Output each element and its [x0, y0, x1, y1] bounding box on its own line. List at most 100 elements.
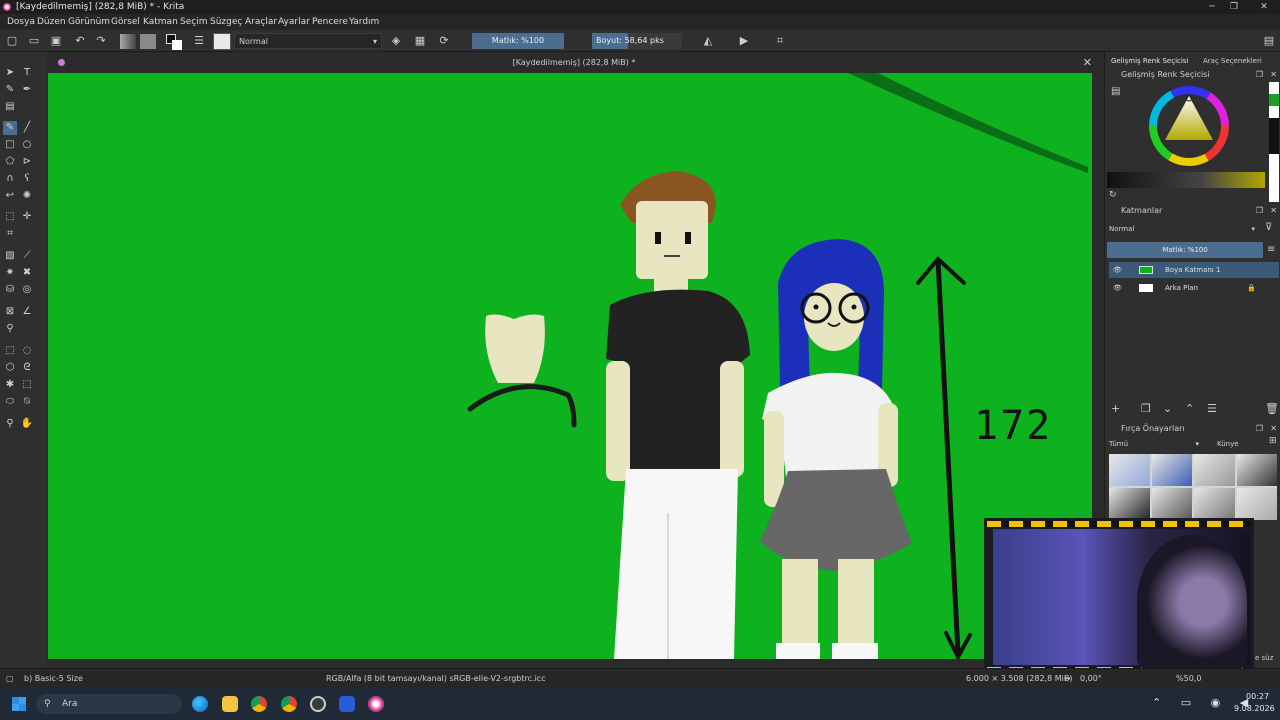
tab-color-selector[interactable]: Gelişmiş Renk Seçicisi: [1111, 54, 1188, 68]
brush-preset-icon[interactable]: [213, 33, 231, 50]
reload-preset-icon[interactable]: ⟳: [437, 34, 451, 48]
measure-tool-icon[interactable]: ∠: [20, 305, 34, 319]
taskbar-search[interactable]: ⚲ Ara: [36, 694, 182, 714]
freehand-select-tool-icon[interactable]: ᘓ: [20, 361, 34, 375]
close-panel-icon[interactable]: ✕: [1270, 422, 1277, 436]
polygon-select-tool-icon[interactable]: ⬡: [3, 361, 17, 375]
blend-mode-select[interactable]: Normal ▾: [234, 33, 382, 49]
move-down-icon[interactable]: ⌄: [1163, 402, 1172, 415]
brush-search-field[interactable]: e süz: [1255, 654, 1273, 662]
transform-tool-icon[interactable]: ⬚: [3, 210, 17, 224]
document-tab[interactable]: [Kaydedilmemiş] (282,8 MiB) * ✕: [46, 52, 1102, 73]
close-document-icon[interactable]: ✕: [1083, 52, 1092, 73]
redo-icon[interactable]: ↷: [94, 34, 108, 48]
save-icon[interactable]: ▣: [49, 34, 63, 48]
edge-icon[interactable]: [192, 696, 208, 712]
brush-preset-tile[interactable]: [1236, 454, 1277, 486]
windows-start-icon[interactable]: [12, 697, 26, 711]
clock-date[interactable]: 9.08.2026: [1234, 704, 1275, 713]
obs-icon[interactable]: [310, 696, 326, 712]
open-folder-icon[interactable]: ▭: [27, 34, 41, 48]
freehand-brush-tool-icon[interactable]: ✎: [3, 121, 17, 135]
layer-properties-icon[interactable]: ☰: [1207, 402, 1217, 415]
background-color-swatch[interactable]: [172, 40, 182, 50]
filter-icon[interactable]: ⊽: [1265, 222, 1272, 233]
pan-tool-icon[interactable]: ✋: [20, 417, 34, 431]
crop-tool-icon[interactable]: ⌗: [3, 227, 17, 241]
brush-preset-tile[interactable]: [1236, 488, 1277, 520]
clock-time[interactable]: 00:27: [1246, 692, 1269, 701]
float-panel-icon[interactable]: ❐: [1256, 204, 1263, 218]
similar-select-tool-icon[interactable]: ⬚: [20, 378, 34, 392]
workspaces-icon[interactable]: ▤: [1262, 34, 1276, 48]
menu-duzen[interactable]: Düzen: [37, 14, 66, 30]
tab-tool-options[interactable]: Araç Seçenekleri: [1203, 54, 1262, 68]
undo-icon[interactable]: ↶: [73, 34, 87, 48]
move-up-icon[interactable]: ⌃: [1185, 402, 1194, 415]
bezier-curve-tool-icon[interactable]: ∩: [3, 172, 17, 186]
move-tool-icon[interactable]: ✛: [20, 210, 34, 224]
edit-shapes-tool-icon[interactable]: ✎: [3, 83, 17, 97]
fill-tool-icon[interactable]: ⛁: [3, 283, 17, 297]
select-shapes-tool-icon[interactable]: ➤: [3, 66, 17, 80]
brush-settings-icon[interactable]: ☰: [192, 34, 206, 48]
assistant-tool-icon[interactable]: ⊠: [3, 305, 17, 319]
brush-preset-tile[interactable]: [1151, 454, 1192, 486]
gradient-swatch[interactable]: [120, 34, 136, 49]
opacity-slider[interactable]: Matlık: %100: [472, 33, 564, 49]
layer-menu-icon[interactable]: ≡: [1267, 244, 1275, 255]
menu-suzgec[interactable]: Süzgeç: [210, 14, 242, 30]
menu-katman[interactable]: Katman: [143, 14, 178, 30]
menu-pencere[interactable]: Pencere: [312, 14, 348, 30]
layer-row[interactable]: 👁 Arka Plan 🔒: [1109, 280, 1279, 296]
wrap-around-icon[interactable]: ⌗: [773, 34, 787, 48]
brush-filter-select[interactable]: Tümü ▾: [1109, 438, 1201, 450]
menu-gorsel[interactable]: Görsel: [111, 14, 140, 30]
file-explorer-icon[interactable]: [222, 696, 238, 712]
float-panel-icon[interactable]: ❐: [1256, 422, 1263, 436]
bezier-select-tool-icon[interactable]: ⬭: [3, 395, 17, 409]
mirror-horizontal-icon[interactable]: ◭: [701, 34, 715, 48]
pan-pin-tool-icon[interactable]: ⚲: [3, 322, 17, 336]
layer-blend-select[interactable]: Normal ▾: [1107, 222, 1257, 236]
close-panel-icon[interactable]: ✕: [1270, 204, 1277, 218]
menu-gorunum[interactable]: Görünüm: [68, 14, 110, 30]
mirror-vertical-icon[interactable]: ▶: [737, 34, 751, 48]
color-picker-tool-icon[interactable]: ⟋: [20, 249, 34, 263]
brush-preset-tile[interactable]: [1194, 488, 1235, 520]
size-slider[interactable]: Boyut: 58,64 pks: [592, 33, 682, 49]
calligraphy-tool-icon[interactable]: ✒: [20, 83, 34, 97]
color-wheel[interactable]: [1141, 78, 1237, 174]
zoom-tool-icon[interactable]: ⚲: [3, 417, 17, 431]
rectangle-tool-icon[interactable]: □: [3, 138, 17, 152]
menu-ayarlar[interactable]: Ayarlar: [278, 14, 310, 30]
eraser-mode-icon[interactable]: ◈: [389, 34, 403, 48]
layer-opacity-slider[interactable]: Matlık: %100: [1107, 242, 1263, 258]
ellipse-tool-icon[interactable]: ○: [20, 138, 34, 152]
color-settings-icon[interactable]: ▤: [1111, 86, 1120, 97]
rect-select-tool-icon[interactable]: ⬚: [3, 344, 17, 358]
smart-patch-tool-icon[interactable]: ✖: [20, 266, 34, 280]
pattern-swatch[interactable]: [140, 34, 156, 49]
reference-images-tool-icon[interactable]: ▤: [3, 100, 17, 114]
chrome-icon[interactable]: [251, 696, 267, 712]
drawing-canvas[interactable]: 172: [48, 73, 1092, 659]
delete-layer-icon[interactable]: 🗑: [1265, 402, 1279, 415]
colorize-mask-tool-icon[interactable]: ✷: [3, 266, 17, 280]
eye-icon[interactable]: 👁: [1113, 262, 1122, 278]
maximize-button[interactable]: ❐: [1222, 0, 1246, 14]
chrome-profile-icon[interactable]: [281, 696, 297, 712]
layer-row[interactable]: 👁 Boya Katmanı 1: [1109, 262, 1279, 278]
polyline-tool-icon[interactable]: ⊳: [20, 155, 34, 169]
brush-preset-grid[interactable]: [1109, 454, 1277, 520]
color-swatch-strip[interactable]: [1269, 82, 1279, 202]
brush-preset-tile[interactable]: [1109, 488, 1150, 520]
rotation-status[interactable]: 0,00°: [1080, 669, 1102, 689]
color-history-bar[interactable]: [1107, 172, 1265, 188]
text-tool-icon[interactable]: T: [20, 66, 34, 80]
contiguous-select-tool-icon[interactable]: ✱: [3, 378, 17, 392]
menu-yardim[interactable]: Yardım: [349, 14, 379, 30]
dynamic-brush-tool-icon[interactable]: ↩: [3, 189, 17, 203]
gradient-tool-icon[interactable]: ▧: [3, 249, 17, 263]
ellipse-select-tool-icon[interactable]: ◌: [20, 344, 34, 358]
